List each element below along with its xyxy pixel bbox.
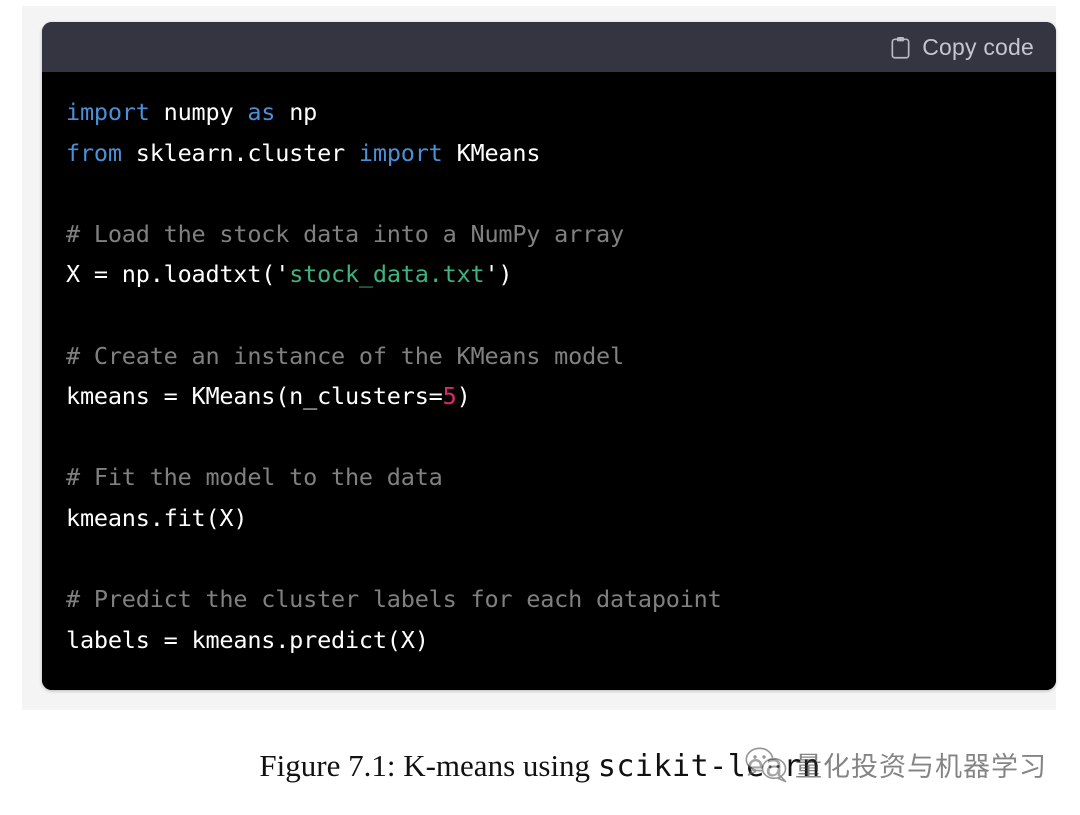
code-token-name: kmeans = KMeans(n_clusters= xyxy=(66,382,443,411)
code-token-name: np xyxy=(275,98,318,126)
code-token-kw: as xyxy=(247,98,276,126)
code-token-com: # Predict the cluster labels for each da… xyxy=(66,585,722,614)
caption-library-name: scikit-learn xyxy=(597,749,821,784)
code-token-com: # Fit the model to the data xyxy=(66,463,443,492)
copy-code-button[interactable]: Copy code xyxy=(890,34,1034,61)
code-text: import numpy as np from sklearn.cluster … xyxy=(66,92,1056,660)
code-token-kw: from xyxy=(66,138,122,167)
code-token-name: kmeans.fit(X) xyxy=(66,503,248,532)
clipboard-icon xyxy=(890,36,911,59)
figure-caption: Figure 7.1: K-means using scikit-learn xyxy=(0,748,1080,784)
code-block-body[interactable]: import numpy as np from sklearn.cluster … xyxy=(42,72,1056,690)
code-token-name: numpy xyxy=(149,98,248,126)
caption-prefix: Figure 7.1: K-means using xyxy=(259,748,598,783)
code-token-name: ) xyxy=(456,382,471,411)
code-block: Copy code import numpy as np from sklear… xyxy=(42,22,1056,690)
code-token-com: # Load the stock data into a NumPy array xyxy=(66,219,624,248)
copy-code-label: Copy code xyxy=(922,33,1034,60)
code-token-pun: ' xyxy=(484,260,499,289)
code-token-com: # Create an instance of the KMeans model xyxy=(66,341,624,370)
code-token-str: stock_data.txt xyxy=(289,260,485,289)
code-token-kw: import xyxy=(358,138,443,167)
code-token-name: labels = kmeans.predict(X) xyxy=(66,625,429,654)
code-token-num: 5 xyxy=(442,382,457,411)
code-token-pun: ' xyxy=(275,260,290,289)
code-token-name: ) xyxy=(498,260,513,289)
code-token-name: KMeans xyxy=(442,138,541,167)
code-block-header: Copy code xyxy=(42,22,1056,72)
code-token-name: sklearn.cluster xyxy=(121,138,359,167)
code-token-name: X = np.loadtxt( xyxy=(66,260,276,289)
code-token-kw: import xyxy=(66,98,150,126)
